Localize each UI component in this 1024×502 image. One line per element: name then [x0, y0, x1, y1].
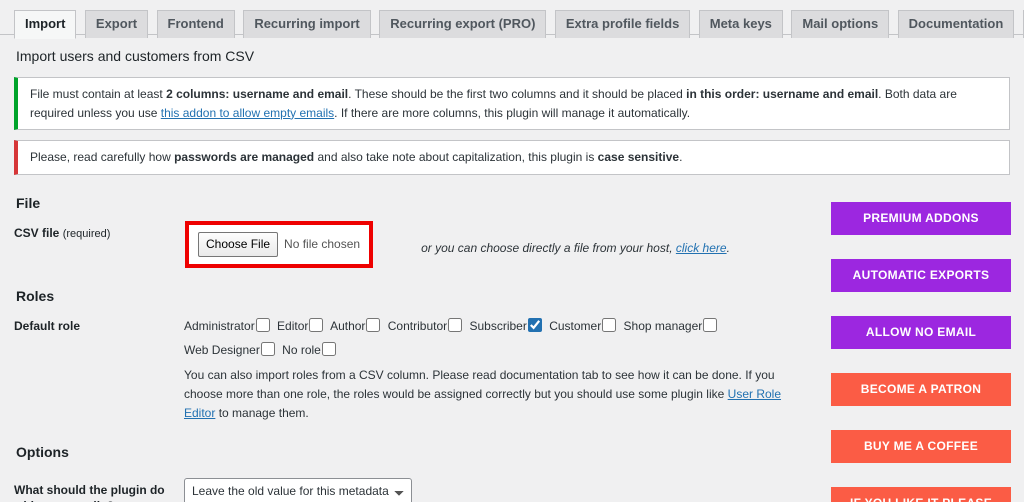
label-csv-file: CSV file (required)	[14, 217, 184, 242]
tab-export[interactable]: Export	[84, 10, 149, 38]
label-empty-cells: What should the plugin do with empty cel…	[14, 474, 184, 502]
no-file-chosen-text: No file chosen	[284, 237, 361, 252]
role-checkbox-administrator[interactable]	[255, 317, 270, 332]
warning-text-part2: and also take note about capitalization,…	[314, 150, 598, 165]
host-note-suffix: .	[726, 240, 730, 255]
role-label-customer: Customer	[549, 318, 602, 333]
link-addon-empty-emails[interactable]: this addon to allow empty emails	[161, 106, 334, 120]
notice-file-requirements: File must contain at least 2 columns: us…	[14, 77, 1010, 131]
role-checkbox-no-role[interactable]	[321, 341, 336, 356]
role-item-no-role: No role	[282, 341, 336, 357]
role-checkbox-subscriber[interactable]	[527, 317, 542, 332]
host-file-note: or you can choose directly a file from y…	[421, 221, 730, 257]
role-item-author: Author	[330, 317, 381, 333]
notice-text-part1: File must contain at least	[30, 87, 167, 102]
warning-bold-case-sensitive: case sensitive	[597, 150, 680, 165]
role-label-administrator: Administrator	[184, 318, 255, 333]
tab-frontend[interactable]: Frontend	[156, 10, 235, 38]
role-checkbox-customer[interactable]	[602, 317, 617, 332]
label-default-role: Default role	[14, 318, 81, 333]
plugin-tab-bar: Import Export Frontend Recurring import …	[0, 0, 1024, 39]
csv-file-highlight-box: Choose File No file chosen	[185, 220, 374, 268]
tab-extra-profile-fields[interactable]: Extra profile fields	[554, 10, 691, 38]
role-label-no-role: No role	[282, 342, 321, 357]
role-item-shop-manager: Shop manager	[623, 317, 718, 333]
notice-bold-order: in this order: username and email	[686, 87, 879, 102]
role-checkbox-shop-manager[interactable]	[703, 317, 718, 332]
role-checkbox-author[interactable]	[366, 317, 381, 332]
promo-button-vote-and-support[interactable]: IF YOU LIKE IT PLEASE VOTE AND SUPPORT U…	[831, 487, 1011, 502]
role-checkbox-web-designer[interactable]	[260, 341, 275, 356]
role-label-editor: Editor	[277, 318, 309, 333]
notice-text-part2: . These should be the first two columns …	[348, 87, 687, 102]
notice-passwords-warning: Please, read carefully how passwords are…	[14, 140, 1010, 175]
role-label-author: Author	[330, 318, 366, 333]
role-item-subscriber: Subscriber	[469, 317, 542, 333]
promo-button-premium-addons[interactable]: PREMIUM ADDONS	[831, 202, 1011, 235]
label-empty-cells-line2: with empty cells?	[14, 498, 184, 502]
import-page: Import users and customers from CSV File…	[0, 47, 1024, 502]
tab-import[interactable]: Import	[14, 10, 77, 39]
notice-bold-columns: 2 columns: username and email	[166, 87, 349, 102]
page-title: Import users and customers from CSV	[16, 48, 255, 64]
roles-help-part2: to manage them.	[215, 406, 309, 421]
role-checkbox-editor[interactable]	[309, 317, 324, 332]
promo-button-become-a-patron[interactable]: BECOME A PATRON	[831, 373, 1011, 406]
role-label-web-designer: Web Designer	[184, 342, 260, 357]
tab-mail-options[interactable]: Mail options	[791, 10, 890, 38]
role-item-customer: Customer	[549, 317, 617, 333]
role-item-editor: Editor	[277, 317, 324, 333]
promo-button-buy-me-a-coffee[interactable]: BUY ME A COFFEE	[831, 430, 1011, 463]
role-label-subscriber: Subscriber	[469, 318, 527, 333]
roles-help-text: You can also import roles from a CSV col…	[184, 366, 804, 424]
host-note-prefix: or you can choose directly a file from y…	[421, 240, 676, 255]
label-csv-file-text: CSV file	[14, 225, 60, 240]
link-choose-from-host[interactable]: click here	[676, 241, 727, 255]
role-checkbox-list: Administrator Editor Author Contributor …	[184, 314, 819, 362]
role-label-shop-manager: Shop manager	[623, 318, 703, 333]
promo-sidebar: PREMIUM ADDONS AUTOMATIC EXPORTS ALLOW N…	[831, 202, 1011, 502]
role-label-contributor: Contributor	[387, 318, 448, 333]
role-item-administrator: Administrator	[184, 317, 270, 333]
warning-text-part3: .	[679, 150, 683, 165]
role-item-web-designer: Web Designer	[184, 341, 275, 357]
warning-bold-passwords: passwords are managed	[174, 150, 315, 165]
role-item-contributor: Contributor	[387, 317, 463, 333]
warning-text-part1: Please, read carefully how	[30, 150, 175, 165]
empty-cells-select[interactable]: Leave the old value for this metadata	[184, 477, 412, 502]
label-empty-cells-line1: What should the plugin do	[14, 482, 165, 497]
csv-file-input[interactable]: Choose File No file chosen	[198, 231, 361, 257]
roles-help-part1: You can also import roles from a CSV col…	[184, 367, 775, 402]
promo-button-automatic-exports[interactable]: AUTOMATIC EXPORTS	[831, 259, 1011, 292]
promo-button-allow-no-email[interactable]: ALLOW NO EMAIL	[831, 316, 1011, 349]
tab-recurring-import[interactable]: Recurring import	[243, 10, 371, 38]
choose-file-button[interactable]: Choose File	[198, 231, 279, 257]
role-checkbox-contributor[interactable]	[448, 317, 463, 332]
tab-documentation[interactable]: Documentation	[897, 10, 1015, 38]
tab-recurring-export-pro[interactable]: Recurring export (PRO)	[379, 10, 547, 38]
label-csv-file-required: (required)	[62, 227, 111, 240]
notice-text-part4: . If there are more columns, this plugin…	[334, 105, 691, 120]
tab-meta-keys[interactable]: Meta keys	[698, 10, 783, 38]
